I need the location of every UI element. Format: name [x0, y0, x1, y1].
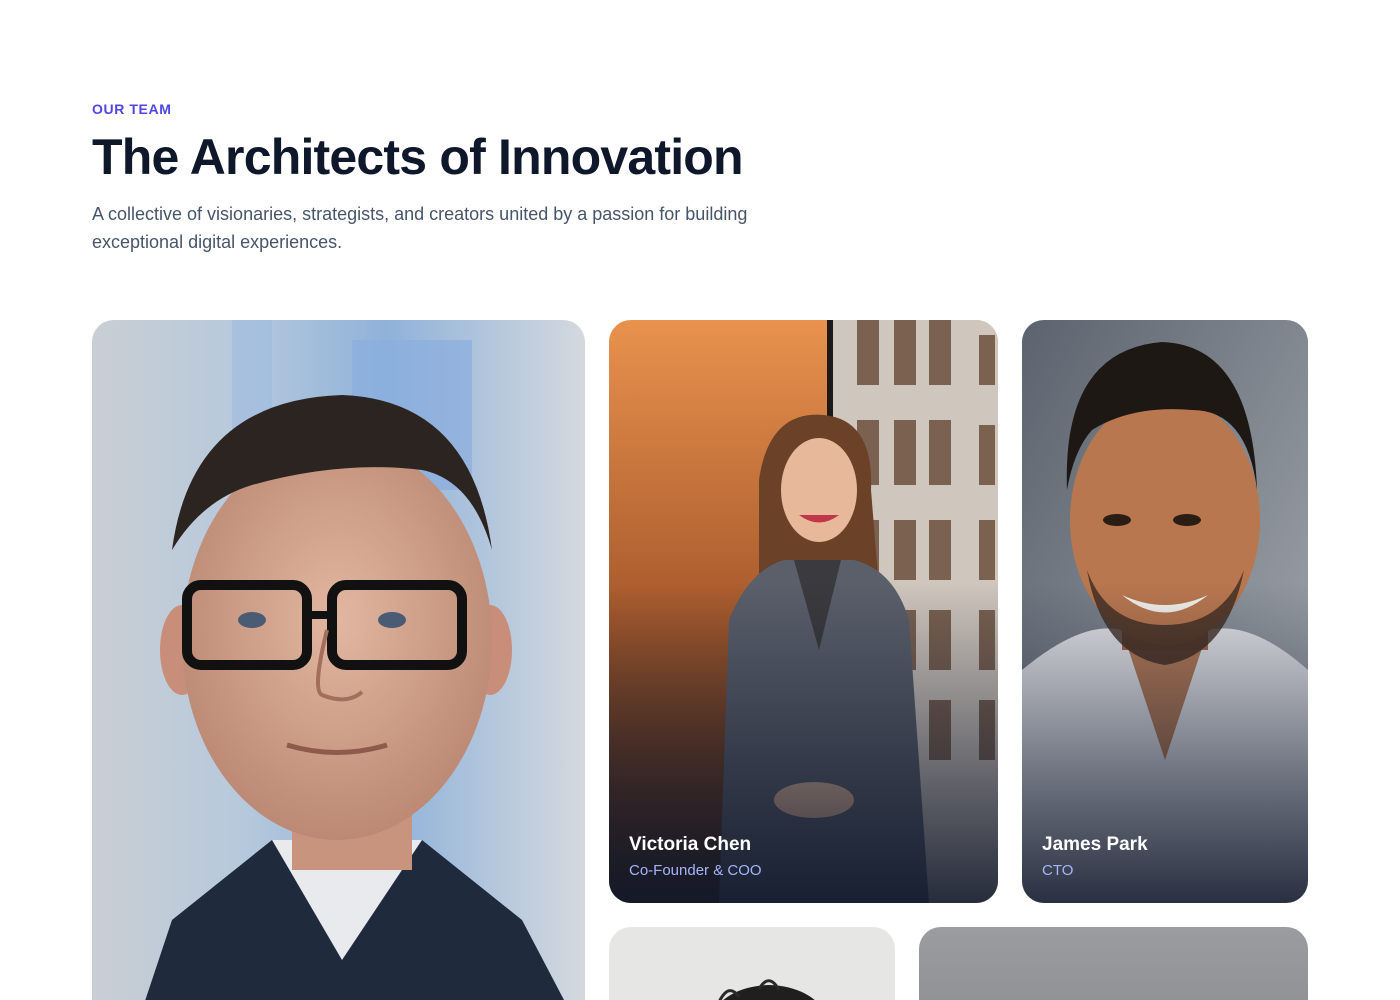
member-photo	[92, 320, 585, 1000]
team-header: OUR TEAM The Architects of Innovation A …	[92, 100, 852, 256]
member-role: CTO	[1042, 862, 1074, 879]
member-meta: Victoria Chen Co-Founder & COO	[629, 833, 762, 881]
section-eyebrow: OUR TEAM	[92, 101, 172, 117]
team-member-card-featured[interactable]	[92, 320, 585, 1000]
member-photo	[919, 927, 1308, 1000]
team-member-card[interactable]	[919, 927, 1308, 1000]
team-member-card-james-park[interactable]: James Park CTO	[1022, 320, 1308, 903]
team-member-card-victoria-chen[interactable]: Victoria Chen Co-Founder & COO	[609, 320, 998, 903]
section-title: The Architects of Innovation	[92, 129, 744, 185]
member-meta: James Park CTO	[1042, 833, 1148, 881]
member-name: Victoria Chen	[629, 834, 752, 855]
team-member-card[interactable]	[609, 927, 895, 1000]
section-subtitle: A collective of visionaries, strategists…	[92, 204, 748, 252]
member-role: Co-Founder & COO	[629, 862, 762, 879]
member-name: James Park	[1042, 834, 1148, 855]
member-photo	[609, 927, 895, 1000]
